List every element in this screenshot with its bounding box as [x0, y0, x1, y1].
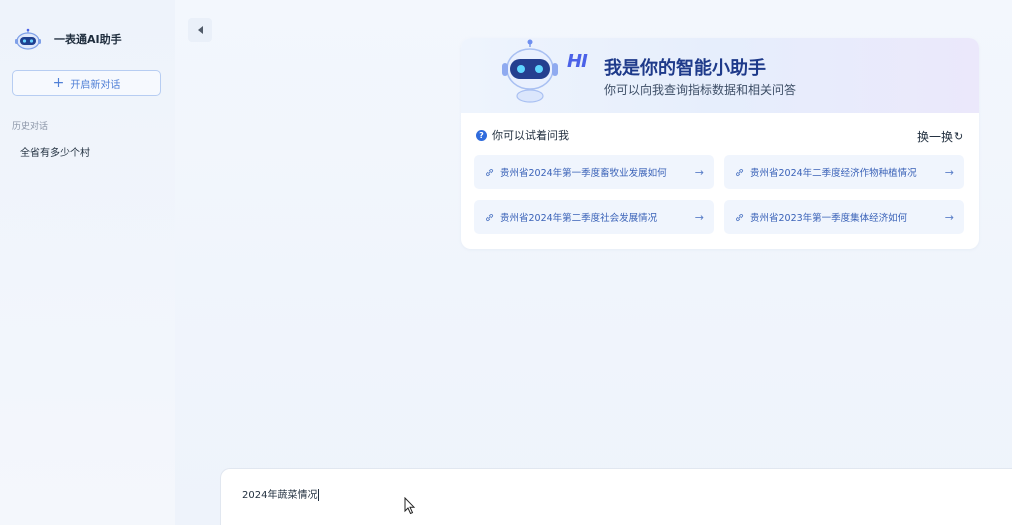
- caret-left-icon: [197, 26, 203, 34]
- text-caret: [318, 489, 320, 501]
- arrow-right-icon: →: [944, 165, 954, 179]
- question-icon: ?: [476, 129, 487, 141]
- suggestion-item[interactable]: 贵州省2024年第二季度社会发展情况 →: [474, 200, 714, 234]
- chat-input-value: 2024年蔬菜情况: [242, 490, 318, 501]
- brand: 一表通AI助手: [14, 28, 122, 50]
- suggestion-text: 贵州省2024年二季度经济作物种植情况: [750, 168, 917, 179]
- suggestion-text: 贵州省2023年第一季度集体经济如何: [750, 213, 908, 224]
- chat-input[interactable]: 2024年蔬菜情况: [220, 468, 1012, 525]
- link-icon: [485, 213, 494, 221]
- suggestions-heading-label: 你可以试着问我: [492, 129, 569, 142]
- robot-logo-icon: [15, 28, 41, 50]
- arrow-right-icon: →: [944, 210, 954, 224]
- history-heading: 历史对话: [12, 122, 49, 132]
- suggestion-item[interactable]: 贵州省2024年二季度经济作物种植情况 →: [724, 155, 964, 189]
- suggestion-item[interactable]: 贵州省2023年第一季度集体经济如何 →: [724, 200, 964, 234]
- mouse-pointer-icon: [404, 497, 416, 515]
- new-chat-label: 开启新对话: [70, 79, 121, 91]
- suggestion-text: 贵州省2024年第二季度社会发展情况: [500, 213, 658, 224]
- welcome-subtitle: 你可以向我查询指标数据和相关问答: [604, 83, 797, 97]
- refresh-icon: ↻: [954, 130, 964, 143]
- welcome-header: HI 我是你的智能小助手 你可以向我查询指标数据和相关问答: [461, 38, 979, 113]
- new-chat-button[interactable]: + 开启新对话: [12, 70, 161, 96]
- welcome-title: 我是你的智能小助手: [604, 58, 766, 79]
- chat-input-text[interactable]: 2024年蔬菜情况: [242, 486, 320, 501]
- refresh-label: 换一换: [917, 130, 954, 144]
- refresh-suggestions-button[interactable]: 换一换 ↻: [917, 128, 963, 145]
- brand-title: 一表通AI助手: [54, 33, 122, 46]
- link-icon: [735, 168, 744, 176]
- welcome-card: HI 我是你的智能小助手 你可以向我查询指标数据和相关问答 ? 你可以试着问我 …: [461, 38, 979, 249]
- history-item[interactable]: 全省有多少个村: [20, 144, 90, 159]
- plus-icon: +: [52, 75, 65, 91]
- link-icon: [735, 213, 744, 221]
- suggestion-item[interactable]: 贵州省2024年第一季度畜牧业发展如何 →: [474, 155, 714, 189]
- suggestion-text: 贵州省2024年第一季度畜牧业发展如何: [500, 168, 667, 179]
- arrow-right-icon: →: [694, 165, 704, 179]
- collapse-sidebar-button[interactable]: [188, 18, 212, 42]
- robot-mascot-icon: [502, 39, 558, 103]
- link-icon: [485, 168, 494, 176]
- suggestions-heading: ? 你可以试着问我: [476, 127, 569, 143]
- arrow-right-icon: →: [694, 210, 704, 224]
- hi-badge: HI: [567, 51, 588, 72]
- sidebar: 一表通AI助手 + 开启新对话 历史对话 全省有多少个村: [0, 0, 175, 525]
